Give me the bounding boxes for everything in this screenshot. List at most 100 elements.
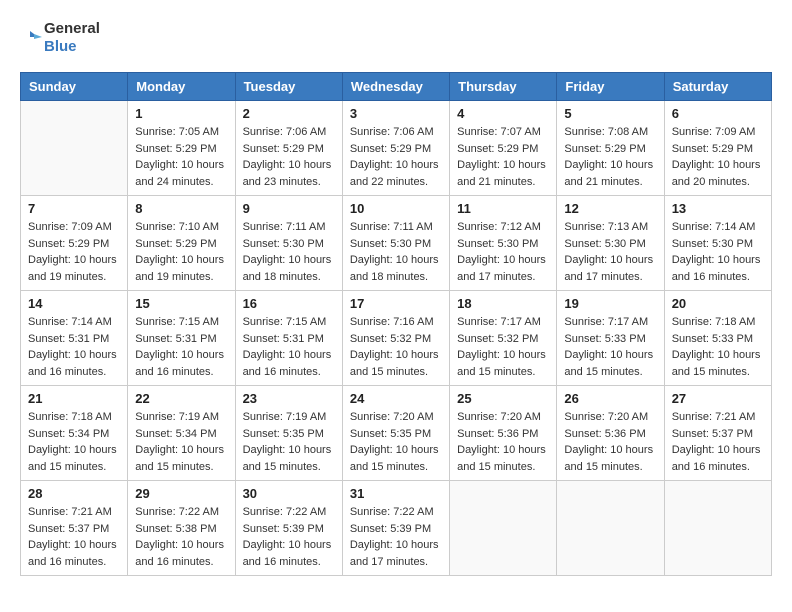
day-cell (450, 481, 557, 576)
day-info: Sunrise: 7:08 AM Sunset: 5:29 PM Dayligh… (564, 124, 656, 190)
day-info: Sunrise: 7:18 AM Sunset: 5:33 PM Dayligh… (672, 314, 764, 380)
day-cell: 8 Sunrise: 7:10 AM Sunset: 5:29 PM Daylig… (128, 196, 235, 291)
day-cell: 10Sunrise: 7:11 AM Sunset: 5:30 PM Dayli… (342, 196, 449, 291)
day-cell: 9 Sunrise: 7:11 AM Sunset: 5:30 PM Daylig… (235, 196, 342, 291)
calendar-table: SundayMondayTuesdayWednesdayThursdayFrid… (20, 72, 772, 576)
day-info: Sunrise: 7:19 AM Sunset: 5:34 PM Dayligh… (135, 409, 227, 475)
day-cell: 14 Sunrise: 7:14 AM Sunset: 5:31 PM Dayli… (21, 291, 128, 386)
logo-container: General Blue (20, 20, 100, 56)
day-info: Sunrise: 7:22 AM Sunset: 5:39 PM Dayligh… (350, 504, 442, 570)
day-cell: 18Sunrise: 7:17 AM Sunset: 5:32 PM Dayli… (450, 291, 557, 386)
day-cell: 4Sunrise: 7:07 AM Sunset: 5:29 PM Daylig… (450, 101, 557, 196)
day-cell: 11Sunrise: 7:12 AM Sunset: 5:30 PM Dayli… (450, 196, 557, 291)
header-cell-sunday: Sunday (21, 73, 128, 101)
header-cell-tuesday: Tuesday (235, 73, 342, 101)
day-info: Sunrise: 7:21 AM Sunset: 5:37 PM Dayligh… (28, 504, 120, 570)
day-number: 9 (243, 201, 335, 216)
day-cell: 13Sunrise: 7:14 AM Sunset: 5:30 PM Dayli… (664, 196, 771, 291)
day-number: 22 (135, 391, 227, 406)
logo: General Blue (20, 20, 100, 56)
day-info: Sunrise: 7:22 AM Sunset: 5:38 PM Dayligh… (135, 504, 227, 570)
day-cell: 29 Sunrise: 7:22 AM Sunset: 5:38 PM Dayli… (128, 481, 235, 576)
calendar-header: SundayMondayTuesdayWednesdayThursdayFrid… (21, 73, 772, 101)
day-cell: 15Sunrise: 7:15 AM Sunset: 5:31 PM Dayli… (128, 291, 235, 386)
day-number: 27 (672, 391, 764, 406)
day-info: Sunrise: 7:20 AM Sunset: 5:36 PM Dayligh… (564, 409, 656, 475)
day-number: 14 (28, 296, 120, 311)
header-cell-wednesday: Wednesday (342, 73, 449, 101)
day-number: 6 (672, 106, 764, 121)
day-number: 7 (28, 201, 120, 216)
day-number: 1 (135, 106, 227, 121)
day-info: Sunrise: 7:17 AM Sunset: 5:33 PM Dayligh… (564, 314, 656, 380)
day-info: Sunrise: 7:21 AM Sunset: 5:37 PM Dayligh… (672, 409, 764, 475)
day-cell: 5 Sunrise: 7:08 AM Sunset: 5:29 PM Daylig… (557, 101, 664, 196)
day-cell: 23Sunrise: 7:19 AM Sunset: 5:35 PM Dayli… (235, 386, 342, 481)
day-info: Sunrise: 7:11 AM Sunset: 5:30 PM Dayligh… (243, 219, 335, 285)
day-number: 19 (564, 296, 656, 311)
day-info: Sunrise: 7:10 AM Sunset: 5:29 PM Dayligh… (135, 219, 227, 285)
day-number: 12 (564, 201, 656, 216)
day-info: Sunrise: 7:13 AM Sunset: 5:30 PM Dayligh… (564, 219, 656, 285)
week-row-2: 7 Sunrise: 7:09 AM Sunset: 5:29 PM Daylig… (21, 196, 772, 291)
day-info: Sunrise: 7:15 AM Sunset: 5:31 PM Dayligh… (135, 314, 227, 380)
week-row-1: 1 Sunrise: 7:05 AM Sunset: 5:29 PM Daylig… (21, 101, 772, 196)
day-info: Sunrise: 7:09 AM Sunset: 5:29 PM Dayligh… (672, 124, 764, 190)
day-number: 16 (243, 296, 335, 311)
day-cell: 26 Sunrise: 7:20 AM Sunset: 5:36 PM Dayli… (557, 386, 664, 481)
day-cell (21, 101, 128, 196)
header-cell-monday: Monday (128, 73, 235, 101)
day-number: 4 (457, 106, 549, 121)
day-cell: 31 Sunrise: 7:22 AM Sunset: 5:39 PM Dayli… (342, 481, 449, 576)
day-number: 25 (457, 391, 549, 406)
day-number: 8 (135, 201, 227, 216)
day-cell (664, 481, 771, 576)
day-number: 26 (564, 391, 656, 406)
logo-general: General (44, 20, 100, 37)
day-info: Sunrise: 7:06 AM Sunset: 5:29 PM Dayligh… (243, 124, 335, 190)
day-info: Sunrise: 7:17 AM Sunset: 5:32 PM Dayligh… (457, 314, 549, 380)
logo-bird-icon (20, 27, 42, 49)
day-cell: 22 Sunrise: 7:19 AM Sunset: 5:34 PM Dayli… (128, 386, 235, 481)
day-info: Sunrise: 7:16 AM Sunset: 5:32 PM Dayligh… (350, 314, 442, 380)
day-number: 3 (350, 106, 442, 121)
day-info: Sunrise: 7:18 AM Sunset: 5:34 PM Dayligh… (28, 409, 120, 475)
day-cell: 19 Sunrise: 7:17 AM Sunset: 5:33 PM Dayli… (557, 291, 664, 386)
header-cell-saturday: Saturday (664, 73, 771, 101)
day-cell (557, 481, 664, 576)
day-cell: 12 Sunrise: 7:13 AM Sunset: 5:30 PM Dayli… (557, 196, 664, 291)
day-cell: 6 Sunrise: 7:09 AM Sunset: 5:29 PM Daylig… (664, 101, 771, 196)
day-number: 31 (350, 486, 442, 501)
day-info: Sunrise: 7:20 AM Sunset: 5:36 PM Dayligh… (457, 409, 549, 475)
day-number: 23 (243, 391, 335, 406)
day-cell: 27 Sunrise: 7:21 AM Sunset: 5:37 PM Dayli… (664, 386, 771, 481)
calendar-body: 1 Sunrise: 7:05 AM Sunset: 5:29 PM Daylig… (21, 101, 772, 576)
day-info: Sunrise: 7:09 AM Sunset: 5:29 PM Dayligh… (28, 219, 120, 285)
logo-blue: Blue (44, 38, 77, 55)
day-number: 5 (564, 106, 656, 121)
day-cell: 30Sunrise: 7:22 AM Sunset: 5:39 PM Dayli… (235, 481, 342, 576)
day-number: 29 (135, 486, 227, 501)
day-info: Sunrise: 7:15 AM Sunset: 5:31 PM Dayligh… (243, 314, 335, 380)
day-cell: 25 Sunrise: 7:20 AM Sunset: 5:36 PM Dayli… (450, 386, 557, 481)
day-cell: 21 Sunrise: 7:18 AM Sunset: 5:34 PM Dayli… (21, 386, 128, 481)
day-cell: 17 Sunrise: 7:16 AM Sunset: 5:32 PM Dayli… (342, 291, 449, 386)
header-cell-friday: Friday (557, 73, 664, 101)
day-number: 24 (350, 391, 442, 406)
header-cell-thursday: Thursday (450, 73, 557, 101)
header-row: SundayMondayTuesdayWednesdayThursdayFrid… (21, 73, 772, 101)
day-cell: 1 Sunrise: 7:05 AM Sunset: 5:29 PM Daylig… (128, 101, 235, 196)
day-cell: 16 Sunrise: 7:15 AM Sunset: 5:31 PM Dayli… (235, 291, 342, 386)
day-cell: 3Sunrise: 7:06 AM Sunset: 5:29 PM Daylig… (342, 101, 449, 196)
day-number: 17 (350, 296, 442, 311)
day-number: 28 (28, 486, 120, 501)
day-cell: 24Sunrise: 7:20 AM Sunset: 5:35 PM Dayli… (342, 386, 449, 481)
day-info: Sunrise: 7:05 AM Sunset: 5:29 PM Dayligh… (135, 124, 227, 190)
day-number: 13 (672, 201, 764, 216)
week-row-4: 21 Sunrise: 7:18 AM Sunset: 5:34 PM Dayli… (21, 386, 772, 481)
day-info: Sunrise: 7:14 AM Sunset: 5:31 PM Dayligh… (28, 314, 120, 380)
day-number: 21 (28, 391, 120, 406)
day-number: 2 (243, 106, 335, 121)
day-info: Sunrise: 7:22 AM Sunset: 5:39 PM Dayligh… (243, 504, 335, 570)
week-row-5: 28 Sunrise: 7:21 AM Sunset: 5:37 PM Dayli… (21, 481, 772, 576)
